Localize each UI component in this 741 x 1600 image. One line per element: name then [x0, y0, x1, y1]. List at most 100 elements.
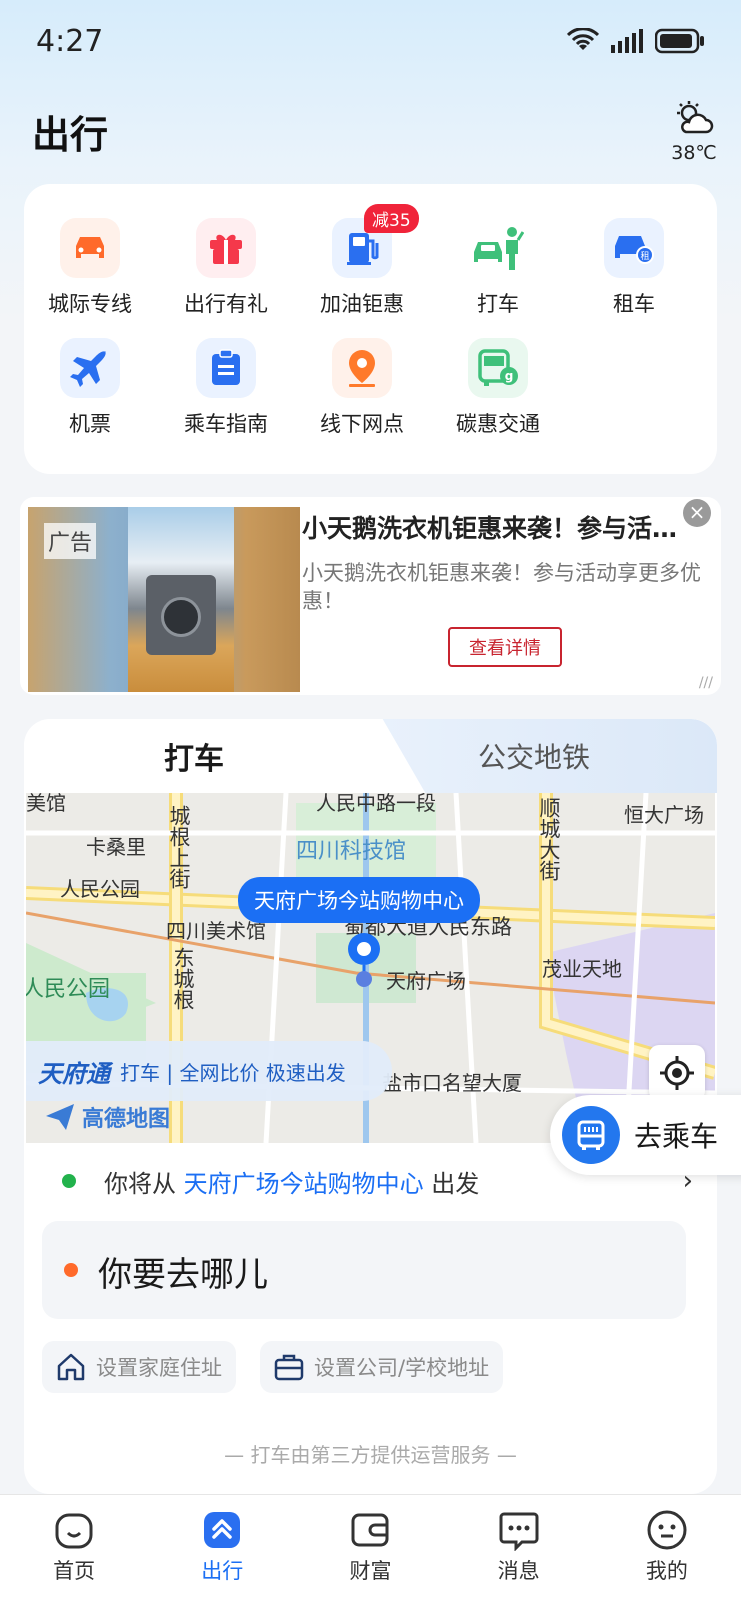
tianfutong-promo[interactable]: 天府通 打车 | 全网比价 极速出发: [26, 1041, 392, 1101]
tianfutong-logo: 天府通: [38, 1059, 110, 1088]
svg-text:租: 租: [640, 251, 649, 262]
weather-widget[interactable]: 38℃: [669, 100, 719, 164]
map-label: 四川科技馆: [296, 839, 407, 864]
map-label: 东城根: [171, 947, 195, 1010]
gift-icon: [196, 218, 256, 278]
service-car-rental[interactable]: 租 租车: [574, 218, 694, 318]
service-fuel-deal[interactable]: 减35 加油钜惠: [302, 204, 422, 318]
location-pin-icon: [332, 338, 392, 398]
map-label: 人民中路一段: [316, 793, 436, 815]
destination-input[interactable]: 你要去哪儿: [42, 1221, 686, 1319]
map-label: 天府广场: [386, 969, 466, 993]
service-travel-gift[interactable]: 出行有礼: [166, 218, 286, 318]
car-icon: [60, 218, 120, 278]
battery-icon: [655, 28, 704, 54]
nav-home[interactable]: 首页: [0, 1495, 148, 1600]
set-work-label: 设置公司/学校地址: [314, 1356, 490, 1380]
taxi-hail-icon: [468, 218, 528, 278]
status-time: 4:27: [36, 24, 104, 59]
service-label: 线下网点: [320, 412, 404, 436]
signal-icon: [611, 29, 643, 53]
page-title: 出行: [32, 113, 109, 157]
map-pin-icon: [348, 933, 380, 987]
nav-messages[interactable]: 消息: [445, 1495, 593, 1600]
tab-bus-metro[interactable]: 公交地铁: [384, 719, 684, 793]
home-icon: [53, 1509, 95, 1551]
pickup-location[interactable]: 天府广场今站购物中心: [184, 1170, 424, 1198]
locate-button[interactable]: [649, 1045, 705, 1101]
wallet-icon: [349, 1509, 391, 1551]
status-bar: 4:27: [0, 0, 741, 86]
travel-icon: [201, 1509, 243, 1551]
map-label: 人民公园: [26, 977, 111, 1002]
ad-title[interactable]: 小天鹅洗衣机钜惠来袭！参与活动享更多优惠！: [302, 509, 692, 545]
map-label: 茂业天地: [542, 957, 622, 981]
map-label: 顺城大街: [537, 797, 561, 881]
nav-wealth[interactable]: 财富: [296, 1495, 444, 1600]
pickup-prefix: 你将从: [104, 1169, 176, 1198]
service-label: 城际专线: [48, 292, 132, 316]
service-label: 打车: [477, 292, 519, 316]
tab-taxi[interactable]: 打车: [24, 719, 364, 793]
car-rental-icon: 租: [604, 218, 664, 278]
gas-station-icon: 减35: [332, 204, 419, 278]
bus-icon: [562, 1106, 620, 1164]
map-label: 美馆: [26, 793, 66, 815]
map-label: 卡桑里: [86, 835, 146, 859]
clipboard-icon: [196, 338, 256, 398]
partly-cloudy-icon: [677, 101, 714, 134]
nav-label: 财富: [349, 1559, 392, 1583]
map-label: 恒大广场: [624, 803, 704, 827]
service-label: 机票: [69, 412, 111, 436]
service-label: 碳惠交通: [456, 412, 540, 436]
ad-image[interactable]: 广告: [28, 507, 300, 692]
service-taxi[interactable]: 打车: [438, 218, 558, 318]
close-icon[interactable]: ×: [683, 499, 711, 527]
pickup-text: 你将从 天府广场今站购物中心 出发: [104, 1164, 479, 1199]
service-label: 加油钜惠: [320, 292, 404, 316]
nav-label: 首页: [53, 1559, 96, 1583]
nav-label: 我的: [645, 1559, 688, 1583]
service-flight[interactable]: 机票: [30, 338, 150, 438]
profile-icon: [646, 1509, 688, 1551]
map-view[interactable]: 人民中路一段 四川科技馆 卡桑里 人民公园 四川美术馆 蜀都大道人民东路 天府广…: [26, 793, 715, 1143]
service-label: 乘车指南: [184, 412, 268, 436]
plane-icon: [60, 338, 120, 398]
nav-profile[interactable]: 我的: [593, 1495, 741, 1600]
set-home-label: 设置家庭住址: [96, 1356, 222, 1380]
tianfutong-promo-text: 打车 | 全网比价 极速出发: [120, 1060, 346, 1085]
service-intercity[interactable]: 城际专线: [30, 218, 150, 318]
washing-machine-illustration: [146, 575, 216, 655]
set-work-button[interactable]: 设置公司/学校地址: [260, 1341, 504, 1393]
nav-travel[interactable]: 出行: [148, 1495, 296, 1600]
ad-banner[interactable]: 广告 小天鹅洗衣机钜惠来袭！参与活动享更多优惠！ 小天鹅洗衣机钜惠来袭！参与活动…: [20, 497, 721, 695]
nav-label: 出行: [201, 1559, 244, 1583]
service-ride-guide[interactable]: 乘车指南: [166, 338, 286, 438]
home-outline-icon: [57, 1353, 85, 1381]
services-grid: 城际专线 出行有礼 减35 加油钜惠 打车 租 租车 机票 乘车指南 线下网点 …: [24, 184, 717, 474]
svg-text:g: g: [505, 369, 514, 383]
briefcase-icon: [274, 1354, 304, 1381]
destination-dot: [64, 1263, 78, 1277]
service-carbon-transit[interactable]: g 碳惠交通: [438, 338, 558, 438]
ad-tag: 广告: [44, 523, 97, 559]
message-icon: [498, 1509, 540, 1551]
pickup-dot: [62, 1174, 76, 1188]
paper-plane-icon: [46, 1104, 74, 1130]
pickup-suffix: 出发: [431, 1169, 480, 1198]
pickup-location-pin[interactable]: 天府广场今站购物中心: [238, 877, 480, 923]
service-label: 出行有礼: [184, 292, 268, 316]
go-ride-bus-button[interactable]: 去乘车: [550, 1095, 741, 1175]
header: 出行 38℃: [0, 96, 741, 176]
bottom-nav: 首页 出行 财富 消息 我的: [0, 1494, 741, 1600]
service-footnote: — 打车由第三方提供运营服务 —: [224, 1443, 517, 1467]
weather-temperature: 38℃: [671, 142, 717, 164]
ad-details-button[interactable]: 查看详情: [448, 627, 562, 667]
map-label: 城根上街: [167, 805, 191, 889]
service-offline-outlets[interactable]: 线下网点: [302, 338, 422, 438]
amap-brand: 高德地图: [44, 1101, 170, 1133]
green-bus-icon: g: [468, 338, 528, 398]
go-ride-bus-label: 去乘车: [634, 1120, 719, 1153]
set-home-button[interactable]: 设置家庭住址: [42, 1341, 236, 1393]
ad-description: 小天鹅洗衣机钜惠来袭！参与活动享更多优惠！: [302, 561, 701, 613]
